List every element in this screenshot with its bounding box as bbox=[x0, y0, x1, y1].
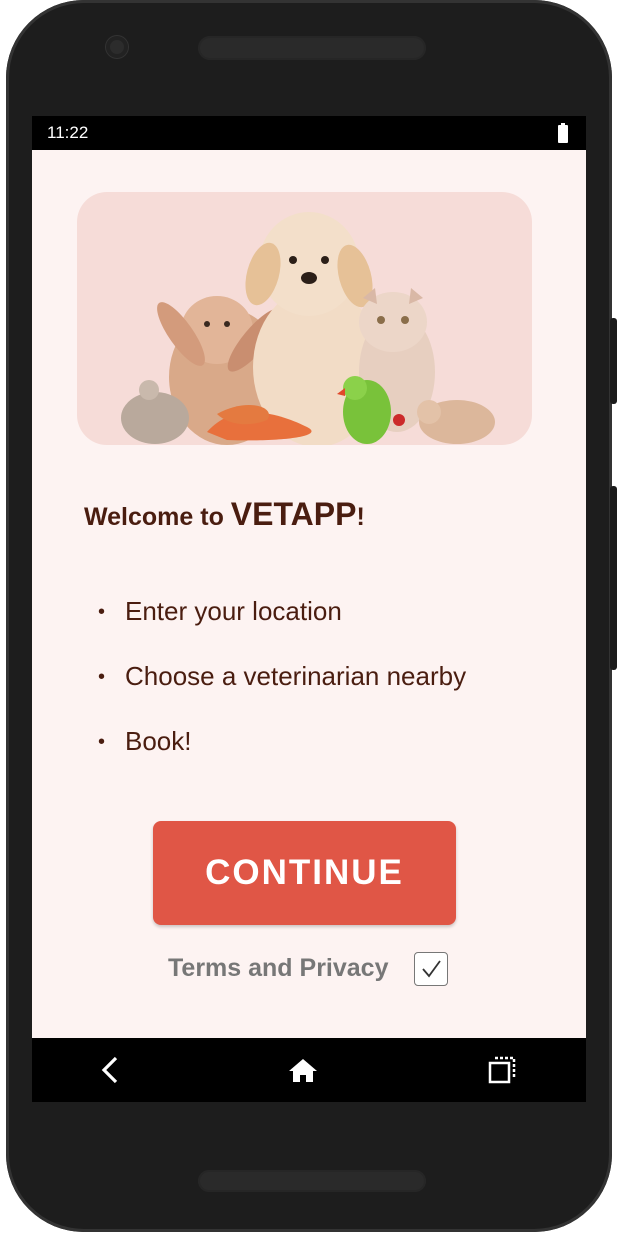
navigation-bar bbox=[32, 1038, 586, 1102]
checkmark-icon bbox=[422, 960, 441, 978]
bullet-icon: • bbox=[98, 601, 106, 623]
terms-and-privacy-link[interactable]: Terms and Privacy bbox=[168, 954, 388, 983]
bullet-icon: • bbox=[98, 666, 106, 688]
step-text: Book! bbox=[125, 726, 192, 756]
recents-icon[interactable] bbox=[486, 1054, 518, 1086]
continue-button[interactable]: CONTINUE bbox=[153, 821, 456, 925]
earpiece-speaker bbox=[198, 36, 426, 60]
front-camera bbox=[106, 36, 128, 58]
pets-illustration-icon bbox=[121, 212, 495, 445]
steps-list: • Enter your location • Choose a veterin… bbox=[98, 594, 466, 789]
welcome-suffix: ! bbox=[356, 503, 365, 531]
app-screen: 11:22 Welcome to VETAPP! • Enter your lo… bbox=[32, 116, 586, 1102]
step-text: Choose a veterinarian nearby bbox=[125, 661, 467, 691]
volume-button bbox=[610, 318, 617, 404]
welcome-prefix: Welcome to bbox=[84, 503, 231, 531]
list-item: • Enter your location bbox=[98, 594, 466, 659]
home-icon[interactable] bbox=[287, 1054, 319, 1086]
battery-icon bbox=[558, 123, 568, 143]
list-item: • Choose a veterinarian nearby bbox=[98, 659, 466, 724]
list-item: • Book! bbox=[98, 724, 466, 789]
bottom-speaker bbox=[198, 1170, 426, 1192]
back-icon[interactable] bbox=[94, 1054, 126, 1086]
power-button bbox=[610, 486, 617, 670]
status-time: 11:22 bbox=[47, 123, 89, 142]
status-bar: 11:22 bbox=[32, 116, 586, 150]
bullet-icon: • bbox=[98, 731, 106, 753]
hero-image bbox=[77, 192, 532, 445]
terms-checkbox[interactable] bbox=[414, 952, 448, 986]
welcome-heading: Welcome to VETAPP! bbox=[84, 496, 365, 533]
step-text: Enter your location bbox=[125, 596, 342, 626]
app-name: VETAPP bbox=[230, 496, 357, 532]
